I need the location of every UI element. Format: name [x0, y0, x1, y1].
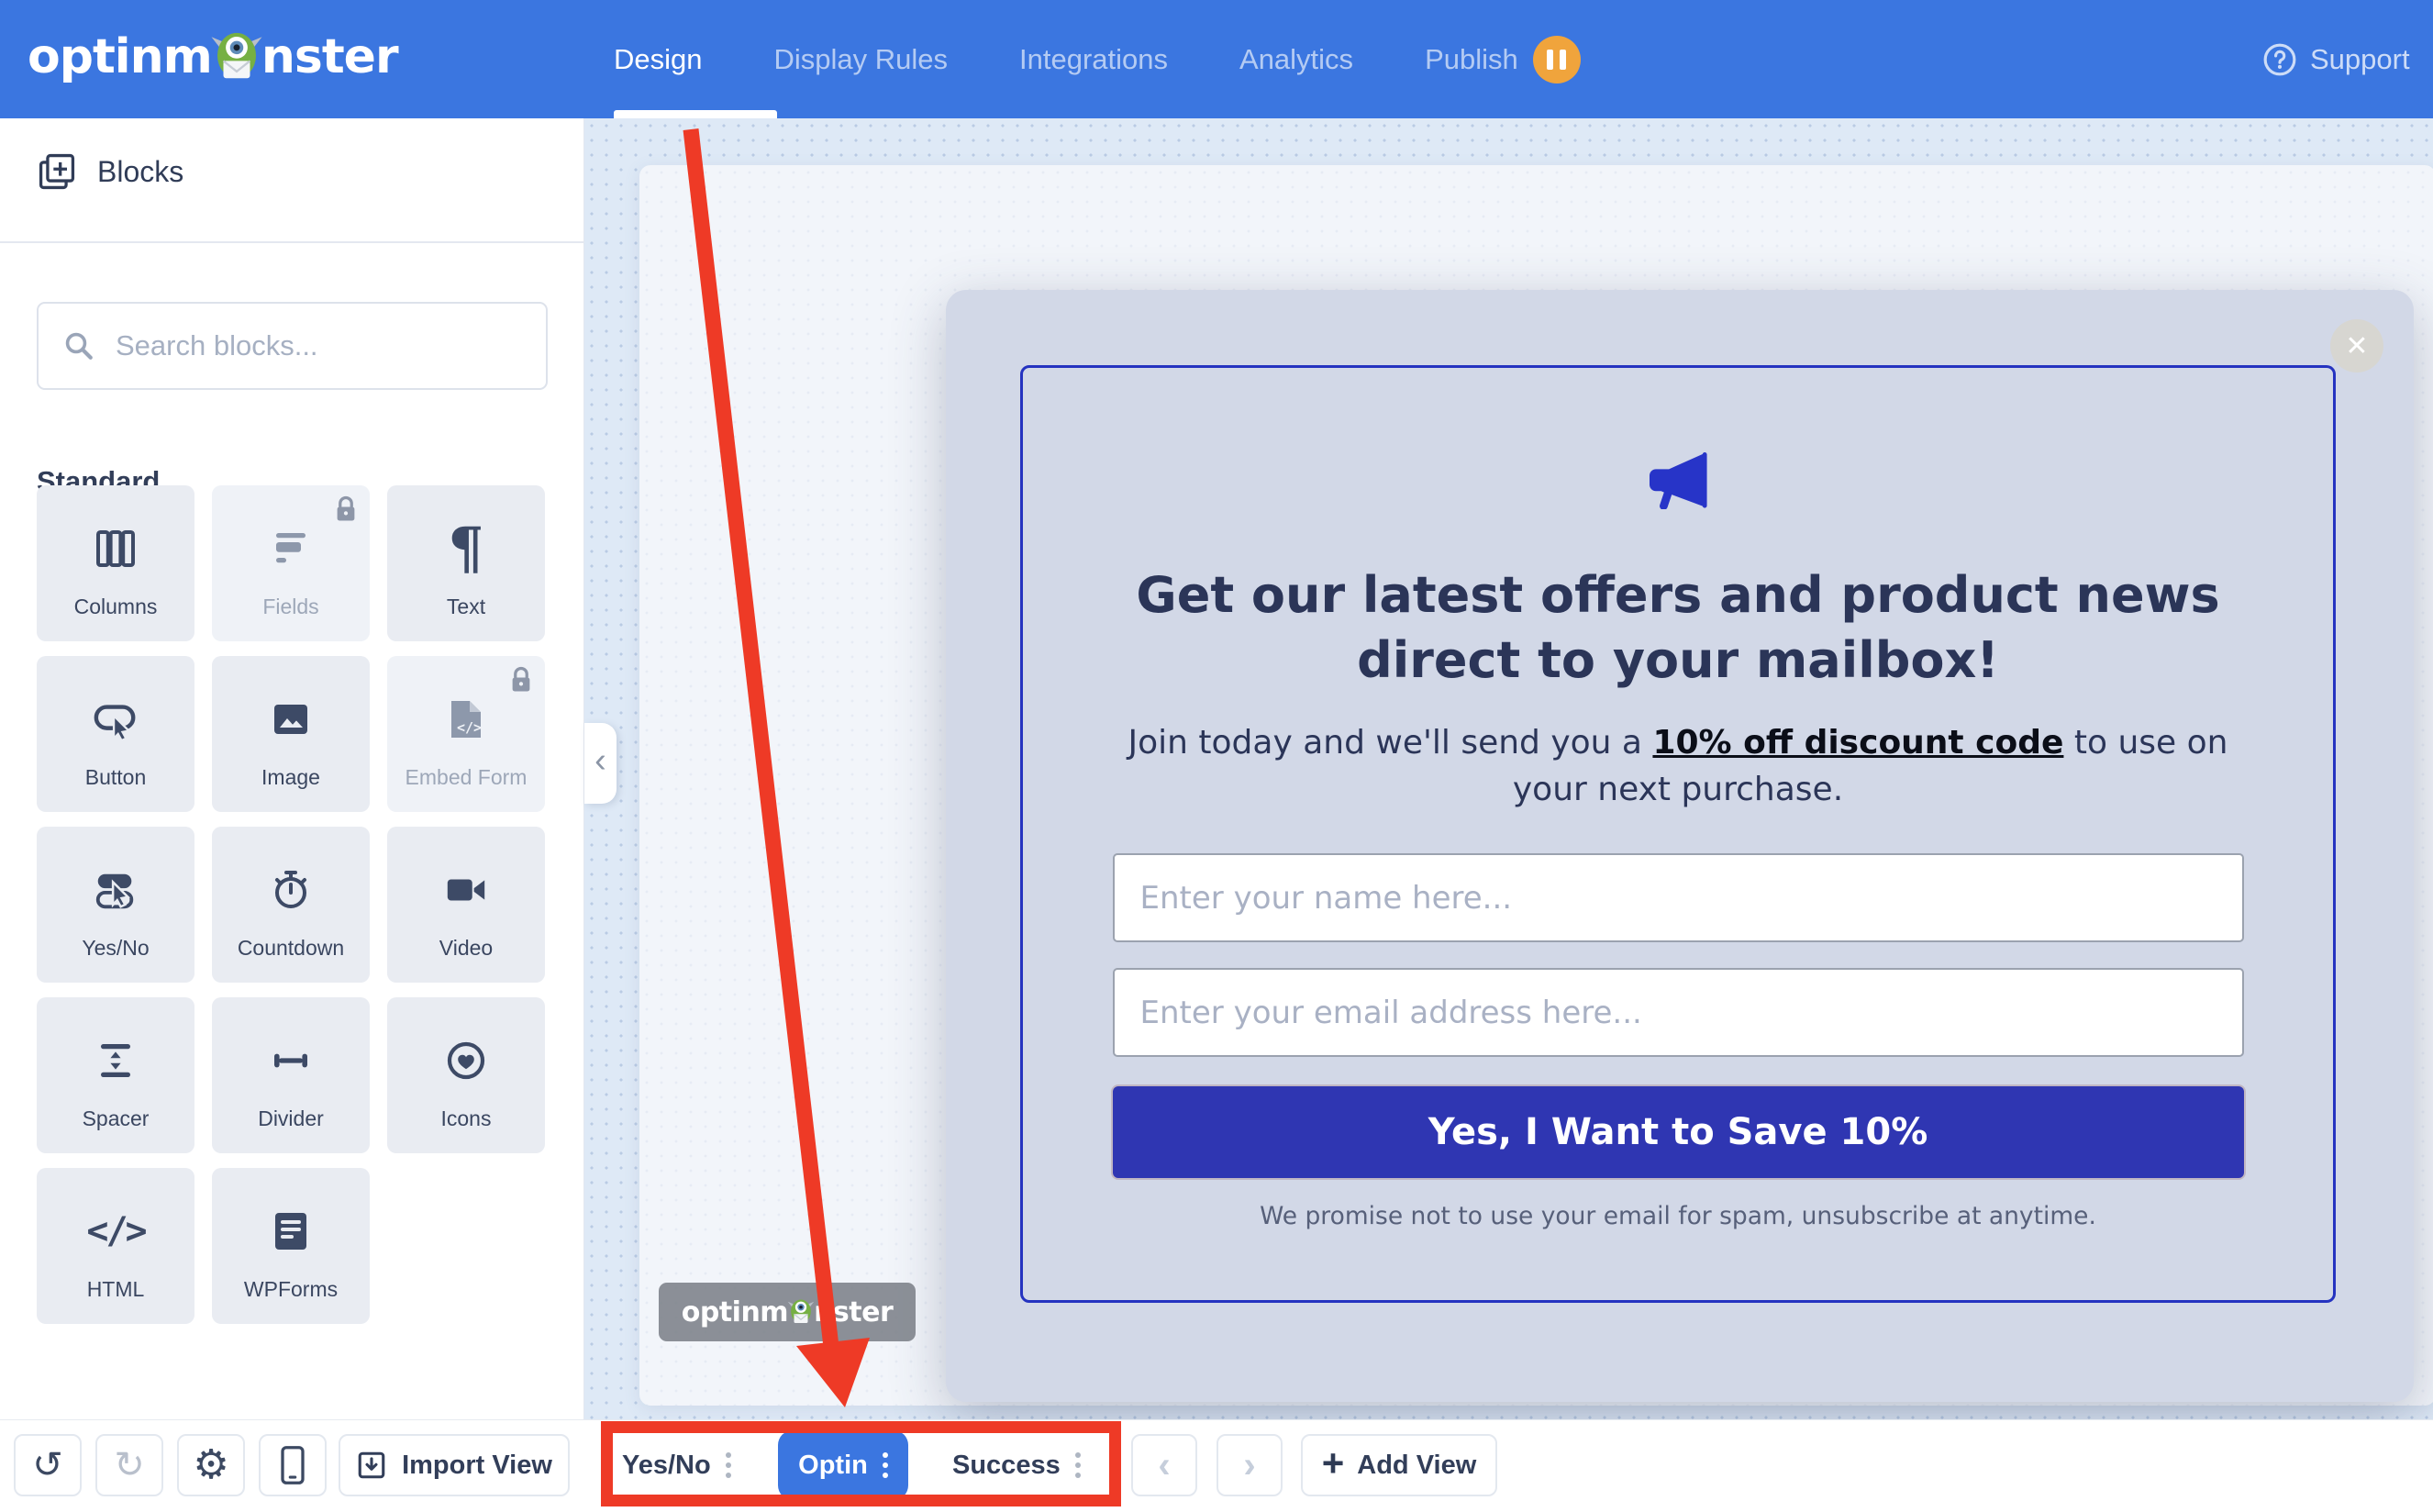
discount-code-link[interactable]: 10% off discount code — [1652, 724, 2063, 762]
tab-publish[interactable]: Publish — [1425, 36, 1581, 83]
spacer-icon — [37, 1025, 194, 1096]
block-tile-columns[interactable]: Columns — [37, 485, 194, 641]
popup-disclaimer: We promise not to use your email for spa… — [1260, 1202, 2096, 1230]
add-block-icon — [37, 151, 77, 192]
close-icon[interactable]: ✕ — [2330, 319, 2383, 372]
support-link[interactable]: Support — [2262, 0, 2410, 118]
block-tile-html[interactable]: </> HTML — [37, 1168, 194, 1324]
design-canvas[interactable]: ✕ Get our latest offers and product news… — [584, 118, 2433, 1419]
logo-text-suffix: nster — [261, 29, 398, 84]
block-tile-icons[interactable]: Icons — [387, 997, 545, 1153]
cta-button[interactable]: Yes, I Want to Save 10% — [1113, 1086, 2244, 1178]
optin-popup-preview[interactable]: ✕ Get our latest offers and product news… — [946, 290, 2414, 1402]
bottom-toolbar: ↺ ↻ ⚙ Import View Yes/No Optin Success ‹… — [0, 1419, 2433, 1512]
monster-mascot-icon — [210, 28, 263, 86]
tab-design[interactable]: Design — [614, 43, 703, 76]
block-tile-divider[interactable]: Divider — [212, 997, 370, 1153]
block-tile-yesno[interactable]: Yes/No — [37, 827, 194, 983]
sidebar-title: Blocks — [37, 151, 183, 192]
top-navbar: optinm nster Design Display Rules Integr… — [0, 0, 2433, 118]
block-tiles-grid: Columns Fields ¶ Text — [37, 485, 553, 1324]
name-field[interactable] — [1113, 853, 2244, 942]
tab-integrations[interactable]: Integrations — [1019, 43, 1168, 76]
fields-icon — [212, 513, 370, 584]
block-search[interactable] — [37, 302, 548, 390]
block-tile-countdown[interactable]: Countdown — [212, 827, 370, 983]
mobile-preview-button[interactable] — [259, 1434, 327, 1496]
active-tab-indicator — [614, 110, 777, 118]
next-view-button[interactable]: › — [1216, 1434, 1283, 1496]
view-tab-optin-active[interactable]: Optin — [778, 1430, 908, 1500]
svg-text:</>: </> — [457, 719, 482, 736]
pause-icon — [1533, 36, 1581, 83]
plus-icon: + — [1322, 1444, 1345, 1483]
block-tile-button[interactable]: Button — [37, 656, 194, 812]
block-tile-video[interactable]: Video — [387, 827, 545, 983]
divider-icon — [212, 1025, 370, 1096]
mobile-preview-icon — [277, 1445, 308, 1485]
gear-icon: ⚙ — [193, 1445, 228, 1485]
popup-headline[interactable]: Get our latest offers and product news d… — [1054, 562, 2302, 694]
block-tile-wpforms[interactable]: WPForms — [212, 1168, 370, 1324]
tab-display-rules[interactable]: Display Rules — [774, 43, 949, 76]
sidebar-divider — [0, 241, 583, 243]
block-tile-image[interactable]: Image — [212, 656, 370, 812]
import-view-button[interactable]: Import View — [339, 1434, 570, 1496]
paragraph-icon: ¶ — [387, 513, 545, 584]
help-circle-icon — [2262, 42, 2297, 77]
code-icon: </> — [37, 1195, 194, 1267]
block-tile-spacer[interactable]: Spacer — [37, 997, 194, 1153]
logo-text-prefix: optinm — [28, 29, 212, 84]
redo-button[interactable]: ↻ — [95, 1434, 163, 1496]
blocks-sidebar: Blocks Standard Columns — [0, 118, 584, 1419]
embed-form-icon: </> — [387, 684, 545, 755]
settings-button[interactable]: ⚙ — [177, 1434, 245, 1496]
view-tab-success[interactable]: Success — [952, 1434, 1081, 1496]
sidebar-collapse-handle[interactable]: ‹ — [584, 723, 617, 804]
chevron-left-icon: ‹ — [1158, 1445, 1170, 1486]
block-tile-embed-form[interactable]: </> Embed Form — [387, 656, 545, 812]
undo-icon: ↺ — [32, 1447, 63, 1484]
megaphone-icon — [1645, 452, 1711, 509]
button-cursor-icon — [37, 684, 194, 755]
redo-icon: ↻ — [114, 1447, 145, 1484]
alarm-clock-icon — [212, 854, 370, 926]
import-box-icon — [356, 1450, 387, 1481]
prev-view-button[interactable]: ‹ — [1131, 1434, 1197, 1496]
view-tab-yesno[interactable]: Yes/No — [622, 1434, 731, 1496]
columns-icon — [37, 513, 194, 584]
kebab-menu-icon[interactable] — [726, 1452, 731, 1478]
optin-form-container[interactable]: Get our latest offers and product news d… — [1020, 365, 2336, 1303]
block-tile-fields[interactable]: Fields — [212, 485, 370, 641]
chevron-right-icon: › — [1243, 1445, 1255, 1486]
wpforms-icon — [212, 1195, 370, 1267]
search-icon — [62, 329, 95, 362]
block-tile-text[interactable]: ¶ Text — [387, 485, 545, 641]
kebab-menu-icon[interactable] — [883, 1452, 888, 1478]
video-camera-icon — [387, 854, 545, 926]
heart-circle-icon — [387, 1025, 545, 1096]
optinmonster-logo[interactable]: optinm nster — [28, 28, 398, 86]
image-icon — [212, 684, 370, 755]
kebab-menu-icon[interactable] — [1075, 1452, 1081, 1478]
search-input[interactable] — [116, 329, 510, 362]
yesno-cursor-icon — [37, 854, 194, 926]
popup-subtext[interactable]: Join today and we'll send you a 10% off … — [1123, 719, 2233, 814]
monster-mascot-icon — [787, 1296, 815, 1328]
undo-button[interactable]: ↺ — [14, 1434, 82, 1496]
chevron-left-icon: ‹ — [594, 741, 606, 781]
email-field[interactable] — [1113, 968, 2244, 1057]
nav-tabs: Design Display Rules Integrations Analyt… — [614, 0, 1581, 118]
tab-analytics[interactable]: Analytics — [1239, 43, 1353, 76]
add-view-button[interactable]: + Add View — [1301, 1434, 1497, 1496]
optinmonster-watermark: optinm nster — [659, 1283, 916, 1341]
